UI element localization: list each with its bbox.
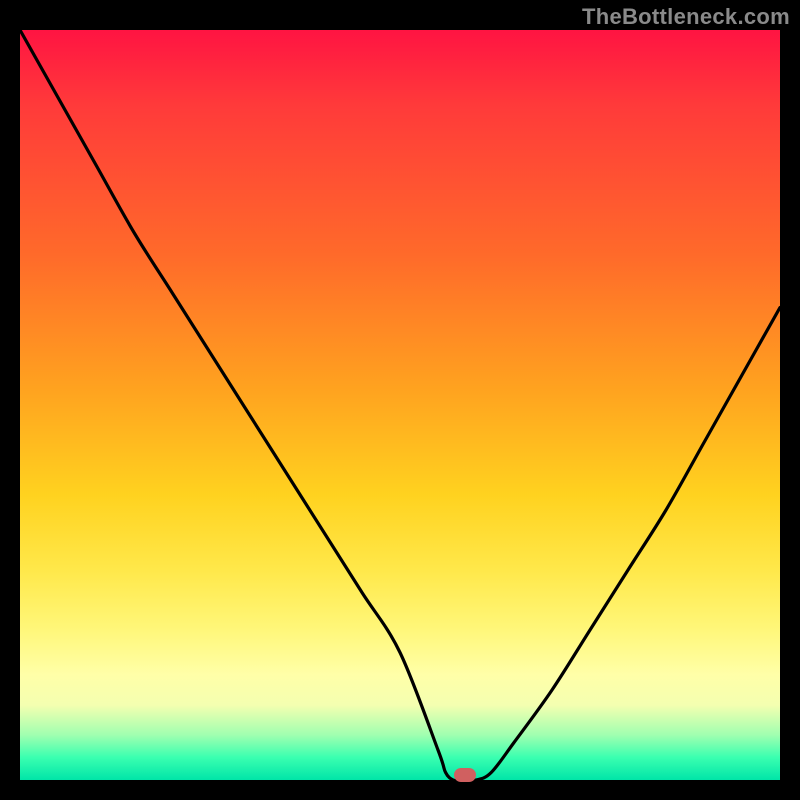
plot-area: [20, 30, 780, 780]
bottleneck-curve: [20, 30, 780, 780]
curve-path: [20, 30, 780, 780]
optimum-marker: [454, 768, 476, 782]
attribution-label: TheBottleneck.com: [582, 4, 790, 30]
chart-frame: TheBottleneck.com: [0, 0, 800, 800]
